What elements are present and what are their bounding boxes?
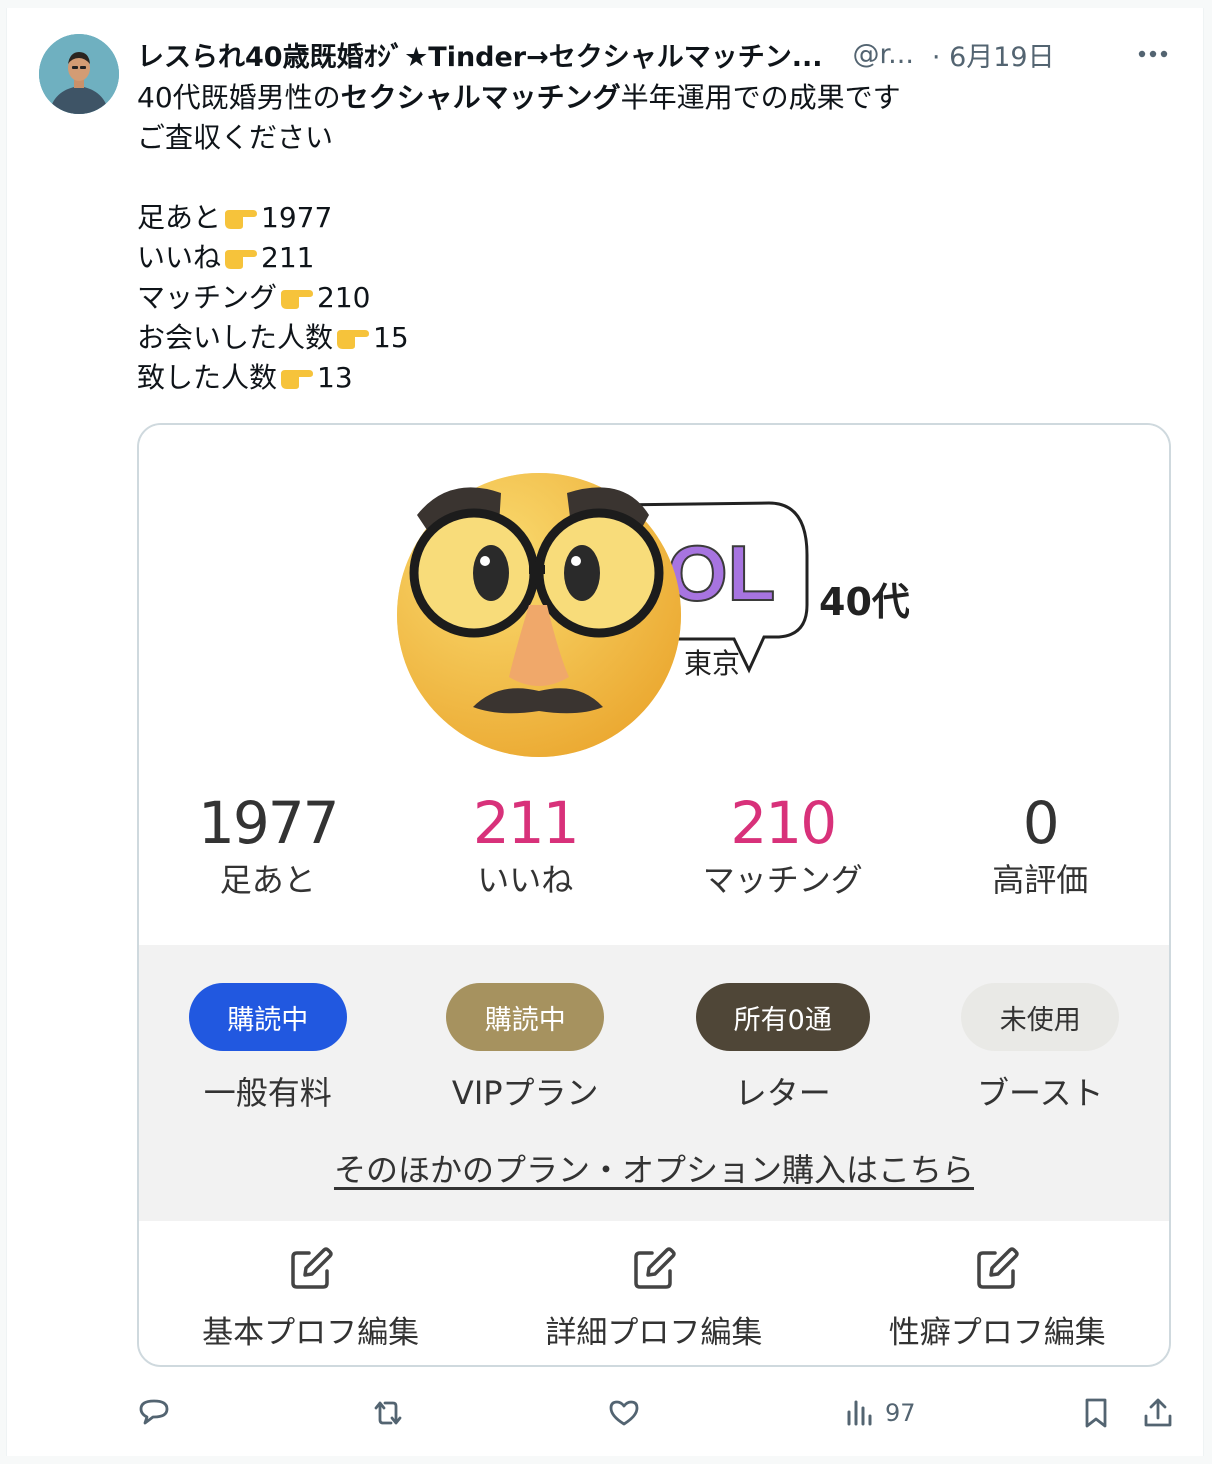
plan-status-badge[interactable]: 購読中: [446, 983, 605, 1051]
stat-line: お会いした人数 15: [137, 321, 409, 354]
edit-icon: [634, 1247, 676, 1289]
profile-stats: 1977 足あと 211 いいね 210 マッチング 0 高評価: [139, 790, 1169, 902]
retweet-button[interactable]: [371, 1393, 405, 1433]
bookmark-icon: [1085, 1398, 1107, 1428]
avatar[interactable]: [39, 34, 119, 114]
edit-section: 基本プロフ編集 詳細プロフ編集 性癖プロフ編集: [139, 1221, 1169, 1365]
profile-section: OL 40代 東京 1977 足あと 211 いいね 210 マッチング 0 高…: [139, 425, 1169, 945]
profile-badge-text: OL: [667, 529, 775, 617]
edit-label: 基本プロフ編集: [202, 1315, 420, 1351]
stat-label: マッチング: [702, 861, 863, 899]
stat-value: 210: [730, 789, 837, 857]
plan-label: 一般有料: [203, 1074, 332, 1112]
plan-general-paid[interactable]: 購読中 一般有料: [139, 983, 397, 1113]
tweet-header: レスられ40歳既婚ｵｼﾞ★Tinder→セクシャルマッチン... @r... ·…: [137, 34, 1173, 74]
stat-footprints[interactable]: 1977 足あと: [139, 790, 397, 902]
pointing-finger-icon: [281, 370, 314, 389]
stat-label: 高評価: [992, 861, 1089, 899]
retweet-icon: [374, 1401, 402, 1425]
profile-location: 東京: [684, 647, 740, 680]
bold-keyword: セクシャルマッチング: [340, 81, 621, 114]
edit-label: 性癖プロフ編集: [888, 1315, 1106, 1351]
display-name[interactable]: レスられ40歳既婚ｵｼﾞ★Tinder→セクシャルマッチン...: [137, 35, 823, 74]
profile-image: OL 40代 東京: [397, 473, 909, 757]
more-options-icon[interactable]: [1133, 34, 1173, 74]
views-icon: [847, 1400, 872, 1426]
bookmark-button[interactable]: [1079, 1393, 1113, 1433]
like-icon: [609, 1400, 639, 1426]
pointing-finger-icon: [225, 210, 258, 229]
plan-status-badge[interactable]: 未使用: [961, 983, 1120, 1051]
plan-status-badge[interactable]: 購読中: [188, 983, 347, 1051]
edit-detail-profile-button[interactable]: 詳細プロフ編集: [482, 1221, 825, 1365]
plan-label: VIPプラン: [451, 1074, 599, 1112]
share-icon: [1144, 1398, 1172, 1427]
stat-label: 足あと: [219, 861, 316, 899]
plan-label: レター: [734, 1074, 831, 1112]
edit-icon: [977, 1247, 1019, 1289]
plan-list: 購読中 一般有料 購読中 VIPプラン 所有0通 レター 未使用 ブースト: [139, 983, 1169, 1113]
stat-line: 足あと 1977: [137, 201, 333, 234]
edit-basic-profile-button[interactable]: 基本プロフ編集: [139, 1221, 482, 1365]
other-plans-link[interactable]: そのほかのプラン・オプション購入はこちら: [139, 1145, 1169, 1191]
user-handle[interactable]: @r...: [853, 39, 914, 70]
tweet-date[interactable]: · 6月19日: [932, 35, 1055, 74]
stat-line: 致した人数 13: [137, 361, 353, 394]
plans-section: 購読中 一般有料 購読中 VIPプラン 所有0通 レター 未使用 ブースト その…: [139, 945, 1169, 1221]
plan-letter[interactable]: 所有0通 レター: [654, 983, 912, 1113]
plan-status-badge[interactable]: 所有0通: [695, 983, 870, 1051]
pointing-finger-icon: [281, 290, 314, 309]
stat-value: 0: [1022, 789, 1060, 857]
text-line: ご査収ください: [137, 121, 334, 154]
tweet[interactable]: レスられ40歳既婚ｵｼﾞ★Tinder→セクシャルマッチン... @r... ·…: [6, 8, 1204, 1456]
plan-label: ブースト: [977, 1074, 1104, 1112]
tweet-text: 40代既婚男性のセクシャルマッチング半年運用での成果です ご査収ください 足あと…: [137, 78, 1097, 398]
share-button[interactable]: [1141, 1393, 1175, 1433]
like-button[interactable]: [607, 1393, 641, 1433]
stat-value: 1977: [197, 789, 340, 857]
profile-age: 40代: [819, 580, 909, 624]
pointing-finger-icon: [225, 250, 258, 269]
reply-icon: [139, 1399, 169, 1425]
stat-value: 211: [472, 789, 580, 857]
edit-preference-profile-button[interactable]: 性癖プロフ編集: [826, 1221, 1169, 1365]
attached-screenshot[interactable]: OL 40代 東京 1977 足あと 211 いいね 210 マッチング 0 高…: [137, 423, 1171, 1367]
stat-matches[interactable]: 210 マッチング: [654, 790, 912, 902]
edit-label: 詳細プロフ編集: [545, 1315, 763, 1351]
action-bar: 97: [137, 1393, 1177, 1433]
text-line: 40代既婚男性のセクシャルマッチング半年運用での成果です: [137, 81, 901, 114]
stat-line: マッチング 210: [137, 281, 371, 314]
views-button[interactable]: 97: [843, 1393, 916, 1433]
stat-label: いいね: [477, 861, 574, 899]
stat-line: いいね 211: [137, 241, 315, 274]
stat-likes[interactable]: 211 いいね: [397, 790, 655, 902]
views-count: 97: [885, 1399, 916, 1427]
stat-high-rating[interactable]: 0 高評価: [912, 790, 1170, 902]
plan-vip[interactable]: 購読中 VIPプラン: [397, 983, 655, 1113]
reply-button[interactable]: [137, 1393, 171, 1433]
pointing-finger-icon: [337, 330, 370, 349]
edit-icon: [290, 1247, 333, 1289]
plan-boost[interactable]: 未使用 ブースト: [912, 983, 1170, 1113]
